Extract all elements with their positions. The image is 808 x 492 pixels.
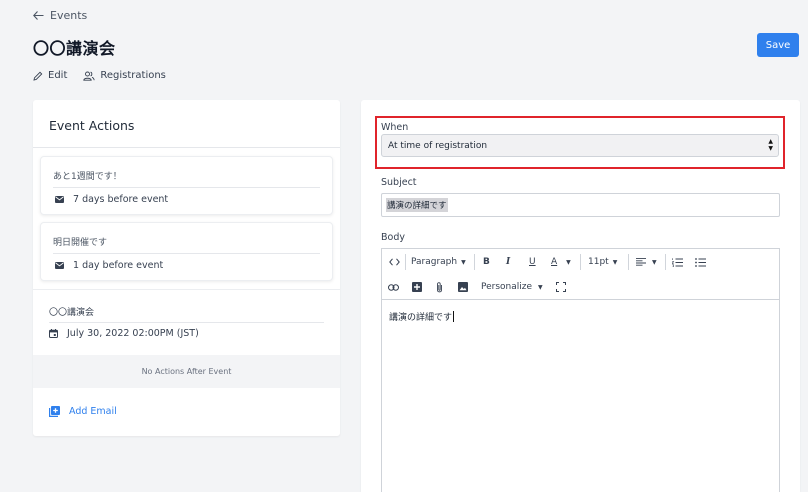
subject-input-value: 講演の詳細です [386,198,448,212]
back-link-label: Events [50,9,88,22]
action-card-week-before[interactable]: あと1週間です！ 7 days before event [40,156,333,215]
action-timing-label: 7 days before event [73,194,169,205]
divider [53,187,320,188]
registrations-tab[interactable]: Registrations [83,70,166,81]
editor-content[interactable]: 講演の詳細です [382,300,779,333]
paragraph-label: Paragraph [411,257,458,267]
event-actions-title: Event Actions [49,118,135,133]
chevron-down-icon: ▼ [566,258,571,266]
bullet-list-icon [695,257,706,267]
fullscreen-button[interactable] [556,280,566,294]
add-email-label: Add Email [69,406,117,417]
personalize-dropdown[interactable]: Personalize ▼ [481,280,543,294]
add-box-icon [412,282,422,292]
chevron-down-icon: ▼ [538,283,543,291]
event-actions-panel: Event Actions あと1週間です！ 7 days before eve… [33,100,340,436]
subject-input[interactable]: 講演の詳細です [381,193,780,217]
code-icon [389,258,400,266]
registrations-tab-label: Registrations [100,70,166,81]
insert-image-button[interactable] [458,280,468,294]
edit-tab-label: Edit [48,70,68,81]
users-icon [83,71,96,81]
font-size-label: 11pt [588,257,609,267]
chevron-down-icon: ▼ [652,258,657,266]
body-text: 講演の詳細です [389,313,453,323]
chevron-down-icon: ▼ [612,258,618,266]
when-select[interactable]: At time of registration ▲ ▼ [381,134,779,157]
editor-toolbar: Paragraph ▼ B I U A ▼ 11pt ▼ ▼ Personali… [382,249,779,300]
fullscreen-icon [556,282,566,292]
page-title: 〇〇講演会 [33,39,116,58]
divider [33,147,340,148]
text-cursor [453,311,455,322]
add-email-button[interactable]: Add Email [49,406,117,417]
insert-link-button[interactable] [388,280,399,294]
add-box-icon [49,406,60,417]
calendar-icon [49,329,58,338]
ordered-list-button[interactable] [672,255,683,269]
font-color-label: A [551,257,558,267]
action-timing: 1 day before event [55,260,163,271]
action-name: 明日開催です [53,238,108,248]
when-select-value: At time of registration [388,140,488,151]
divider [49,322,324,323]
font-size-dropdown[interactable]: 11pt ▼ [588,255,617,269]
no-actions-after-event: No Actions After Event [33,355,340,388]
event-date: July 30, 2022 02:00PM (JST) [49,328,199,339]
action-timing-label: 1 day before event [73,260,164,271]
toolbar-separator [628,254,629,270]
pencil-icon [33,71,43,81]
toolbar-separator [580,254,581,270]
event-item: 〇〇講演会 July 30, 2022 02:00PM (JST) [33,289,340,355]
edit-tab[interactable]: Edit [33,70,67,81]
body-label: Body [381,232,405,243]
arrow-left-icon [33,11,44,20]
italic-button[interactable]: I [506,255,510,269]
align-left-icon [636,258,646,266]
bullet-list-button[interactable] [695,255,706,269]
when-label: When [381,122,409,133]
code-view-button[interactable] [389,255,400,269]
divider [53,253,320,254]
link-icon [388,283,399,291]
event-date-label: July 30, 2022 02:00PM (JST) [67,328,199,339]
action-timing: 7 days before event [55,194,168,205]
back-link[interactable]: Events [33,9,87,22]
email-editor-panel: When At time of registration ▲ ▼ Subject … [361,100,800,492]
personalize-label: Personalize [481,282,533,292]
mail-icon [55,196,64,203]
body-editor[interactable]: Paragraph ▼ B I U A ▼ 11pt ▼ ▼ Personali… [381,248,780,492]
underline-button[interactable]: U [529,255,536,269]
toolbar-separator [665,254,666,270]
paragraph-dropdown[interactable]: Paragraph ▼ [411,255,466,269]
mail-icon [55,262,64,269]
bold-button[interactable]: B [483,255,490,269]
action-card-day-before[interactable]: 明日開催です 1 day before event [40,222,333,281]
attach-file-button[interactable] [436,280,443,294]
font-color-dropdown[interactable]: A ▼ [551,255,571,269]
toolbar-separator [405,254,406,270]
subnav: Edit Registrations [33,70,166,81]
subject-label: Subject [381,177,417,188]
insert-block-button[interactable] [412,280,422,294]
save-button[interactable]: Save [757,33,799,57]
event-name: 〇〇講演会 [49,308,95,318]
action-name: あと1週間です！ [53,172,122,182]
ordered-list-icon [672,257,683,267]
align-dropdown[interactable]: ▼ [636,255,657,269]
image-icon [458,282,468,292]
chevron-down-icon: ▼ [461,258,466,266]
toolbar-separator [474,254,475,270]
paperclip-icon [437,281,442,292]
select-arrows-icon: ▲ ▼ [768,138,773,152]
